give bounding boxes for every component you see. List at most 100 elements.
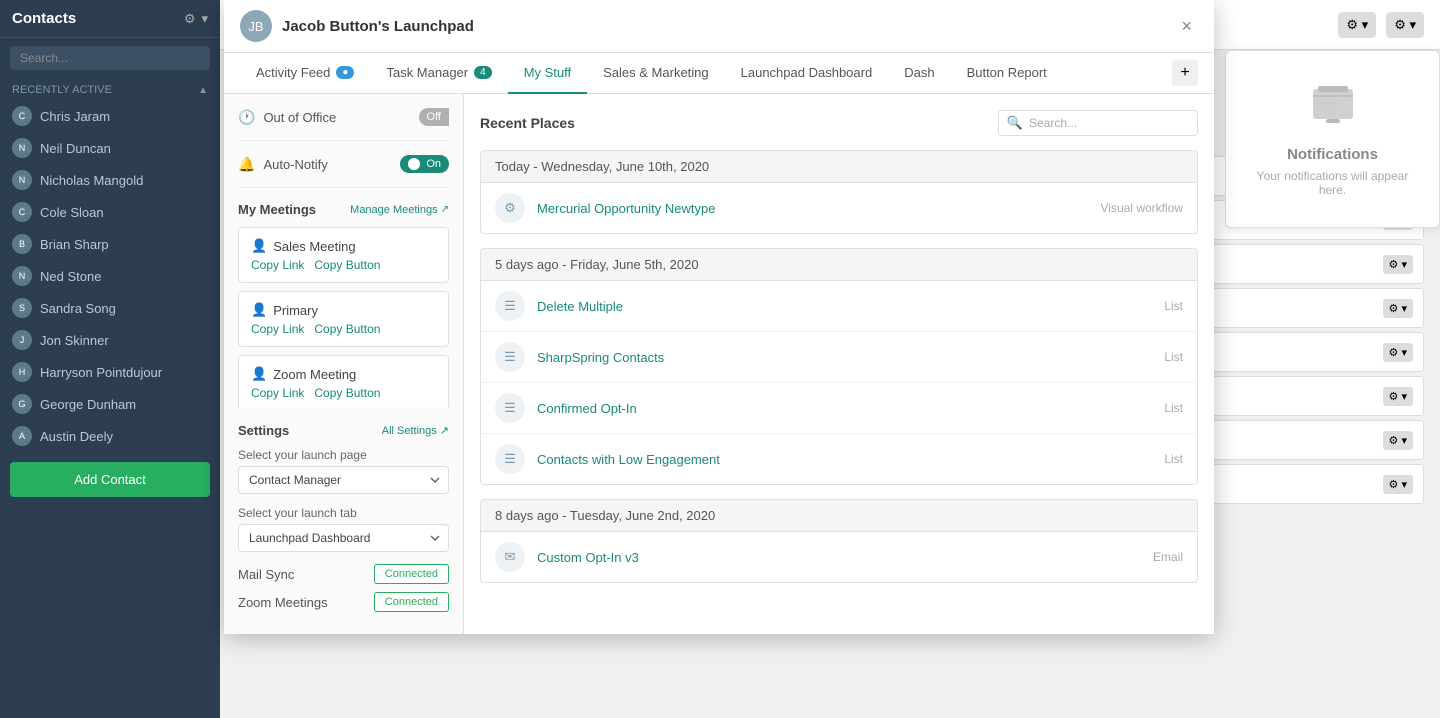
- meeting-name: Primary: [273, 303, 318, 318]
- person-icon: 👤: [251, 238, 267, 254]
- sidebar-contact-item[interactable]: CChris Jaram: [0, 100, 220, 132]
- main-gear-button[interactable]: ⚙ ▾: [1338, 12, 1376, 38]
- launch-tab-select[interactable]: Launchpad Dashboard: [238, 524, 449, 552]
- main-action-button[interactable]: ⚙ ▾: [1386, 12, 1424, 38]
- launch-page-label: Select your launch page: [238, 448, 449, 462]
- meeting-name: Zoom Meeting: [273, 367, 356, 382]
- settings-section: Settings All Settings ↗ Select your laun…: [238, 423, 449, 612]
- search-input[interactable]: [10, 46, 210, 70]
- sidebar-contact-item[interactable]: GGeorge Dunham: [0, 388, 220, 420]
- tab-task-manager[interactable]: Task Manager 4: [370, 53, 507, 94]
- sidebar-contact-item[interactable]: SSandra Song: [0, 292, 220, 324]
- row-action-button[interactable]: ⚙ ▾: [1383, 431, 1413, 450]
- date-section: Today - Wednesday, June 10th, 2020 ⚙ Mer…: [480, 150, 1198, 234]
- meeting-card: 👤 Primary Copy Link Copy Button: [238, 291, 449, 347]
- row-action-button[interactable]: ⚙ ▾: [1383, 343, 1413, 362]
- tab-button-report[interactable]: Button Report: [951, 53, 1063, 94]
- tab-add-button[interactable]: +: [1172, 60, 1198, 86]
- date-header: Today - Wednesday, June 10th, 2020: [480, 150, 1198, 183]
- date-header: 5 days ago - Friday, June 5th, 2020: [480, 248, 1198, 281]
- sidebar-title: Contacts: [12, 10, 76, 27]
- tab-dash[interactable]: Dash: [888, 53, 950, 94]
- right-panel-header: Recent Places 🔍: [480, 110, 1198, 136]
- out-of-office-toggle[interactable]: Off: [419, 108, 449, 126]
- copy-button-button[interactable]: Copy Button: [314, 386, 380, 400]
- date-header: 8 days ago - Tuesday, June 2nd, 2020: [480, 499, 1198, 532]
- item-icon: ☰: [495, 291, 525, 321]
- tab-my-stuff[interactable]: My Stuff: [508, 53, 587, 94]
- chevron-down-icon[interactable]: ▾: [201, 11, 208, 27]
- manage-meetings-link[interactable]: Manage Meetings ↗: [350, 204, 449, 216]
- gear-icon[interactable]: ⚙: [184, 11, 196, 27]
- tab-launchpad-dashboard[interactable]: Launchpad Dashboard: [725, 53, 889, 94]
- notifications-description: Your notifications will appear here.: [1246, 169, 1419, 197]
- notifications-icon: [1308, 81, 1358, 136]
- close-button[interactable]: ×: [1175, 14, 1198, 39]
- item-name[interactable]: Confirmed Opt-In: [537, 401, 1152, 416]
- item-name[interactable]: Delete Multiple: [537, 299, 1152, 314]
- sidebar-contact-item[interactable]: HHarryson Pointdujour: [0, 356, 220, 388]
- right-search-input[interactable]: [1029, 116, 1189, 130]
- avatar: JB: [240, 10, 272, 42]
- item-name[interactable]: Custom Opt-In v3: [537, 550, 1141, 565]
- list-item: ⚙ Mercurial Opportunity Newtype Visual w…: [481, 183, 1197, 233]
- item-name[interactable]: Contacts with Low Engagement: [537, 452, 1152, 467]
- date-section: 5 days ago - Friday, June 5th, 2020 ☰ De…: [480, 248, 1198, 485]
- date-items: ⚙ Mercurial Opportunity Newtype Visual w…: [480, 183, 1198, 234]
- tab-sales-marketing[interactable]: Sales & Marketing: [587, 53, 725, 94]
- copy-link-button[interactable]: Copy Link: [251, 386, 304, 400]
- out-of-office-row: 🕐 Out of Office Off: [238, 108, 449, 141]
- right-panel: Recent Places 🔍 Today - Wednesday, June …: [464, 94, 1214, 634]
- item-icon: ☰: [495, 444, 525, 474]
- sidebar-contact-item[interactable]: NNeil Duncan: [0, 132, 220, 164]
- item-name[interactable]: SharpSpring Contacts: [537, 350, 1152, 365]
- copy-link-button[interactable]: Copy Link: [251, 258, 304, 272]
- row-action-button[interactable]: ⚙ ▾: [1383, 387, 1413, 406]
- list-item: ☰ Contacts with Low Engagement List: [481, 434, 1197, 484]
- copy-button-button[interactable]: Copy Button: [314, 322, 380, 336]
- item-type: List: [1164, 452, 1183, 466]
- modal-body: 🕐 Out of Office Off 🔔 Auto-Notify On: [224, 94, 1214, 634]
- toggle-on-label: On: [426, 158, 441, 170]
- row-action-button[interactable]: ⚙ ▾: [1383, 299, 1413, 318]
- meeting-cards: 👤 Sales Meeting Copy Link Copy Button 👤 …: [238, 227, 449, 407]
- sidebar-contact-item[interactable]: NNed Stone: [0, 260, 220, 292]
- chevron-up-icon[interactable]: ▲: [198, 85, 208, 96]
- avatar: N: [12, 170, 32, 190]
- item-icon: ✉: [495, 542, 525, 572]
- all-settings-link[interactable]: All Settings ↗: [382, 424, 449, 437]
- launch-page-select[interactable]: Contact Manager: [238, 466, 449, 494]
- external-link-icon: ↗: [441, 204, 449, 215]
- activity-feed-dot: ●: [336, 66, 354, 79]
- search-icon: 🔍: [1007, 115, 1023, 131]
- auto-notify-toggle[interactable]: On: [400, 155, 449, 173]
- sidebar-contact-item[interactable]: AAustin Deely: [0, 420, 220, 452]
- tab-activity-feed[interactable]: Activity Feed ●: [240, 53, 370, 94]
- sidebar-contact-item[interactable]: NNicholas Mangold: [0, 164, 220, 196]
- avatar: H: [12, 362, 32, 382]
- copy-button-button[interactable]: Copy Button: [314, 258, 380, 272]
- row-action-button[interactable]: ⚙ ▾: [1383, 475, 1413, 494]
- row-action-button[interactable]: ⚙ ▾: [1383, 255, 1413, 274]
- add-contact-button[interactable]: Add Contact: [10, 462, 210, 497]
- item-icon: ☰: [495, 342, 525, 372]
- item-name[interactable]: Mercurial Opportunity Newtype: [537, 201, 1089, 216]
- sidebar-contact-item[interactable]: JJon Skinner: [0, 324, 220, 356]
- launch-tab-label: Select your launch tab: [238, 506, 449, 520]
- sidebar: Contacts ⚙ ▾ RECENTLY ACTIVE ▲ CChris Ja…: [0, 0, 220, 718]
- zoom-meetings-status: Connected: [374, 592, 449, 612]
- copy-link-button[interactable]: Copy Link: [251, 322, 304, 336]
- sidebar-contact-item[interactable]: BBrian Sharp: [0, 228, 220, 260]
- task-manager-badge: 4: [474, 66, 492, 79]
- zoom-meetings-row: Zoom Meetings Connected: [238, 592, 449, 612]
- item-type: List: [1164, 401, 1183, 415]
- tabs-bar: Activity Feed ● Task Manager 4 My Stuff …: [224, 53, 1214, 94]
- mail-sync-status: Connected: [374, 564, 449, 584]
- avatar: A: [12, 426, 32, 446]
- item-type: Visual workflow: [1101, 201, 1183, 215]
- out-of-office-label: Out of Office: [263, 110, 336, 125]
- meeting-card: 👤 Zoom Meeting Copy Link Copy Button: [238, 355, 449, 407]
- sidebar-contact-item[interactable]: CCole Sloan: [0, 196, 220, 228]
- item-icon: ☰: [495, 393, 525, 423]
- item-type: List: [1164, 350, 1183, 364]
